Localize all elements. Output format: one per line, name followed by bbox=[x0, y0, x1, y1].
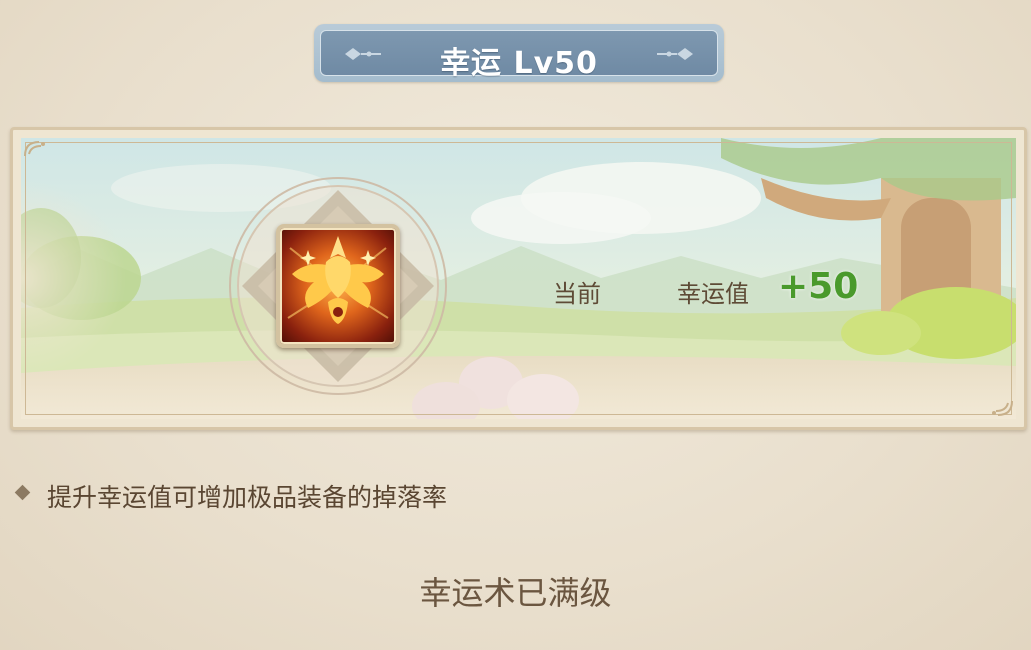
skill-scene-frame bbox=[10, 127, 1027, 430]
landscape-illustration bbox=[21, 138, 1016, 419]
current-label: 当前 bbox=[553, 280, 601, 308]
title-banner: 幸运 Lv50 bbox=[314, 24, 724, 82]
skill-description: 提升幸运值可增加极品装备的掉落率 bbox=[47, 483, 448, 512]
bullet-diamond-icon bbox=[14, 484, 31, 501]
lucky-emblem-icon bbox=[287, 236, 389, 324]
scene-background bbox=[21, 138, 1016, 419]
banner-ornament-right-icon bbox=[657, 48, 693, 60]
stat-value: +50 bbox=[778, 266, 859, 307]
skill-icon bbox=[276, 224, 400, 348]
corner-ornament-icon bbox=[24, 141, 45, 157]
corner-ornament-icon bbox=[992, 400, 1013, 416]
title-banner-inner: 幸运 Lv50 bbox=[320, 30, 718, 81]
max-level-status: 幸运术已满级 bbox=[419, 574, 612, 612]
stat-name: 幸运值 bbox=[677, 280, 749, 308]
